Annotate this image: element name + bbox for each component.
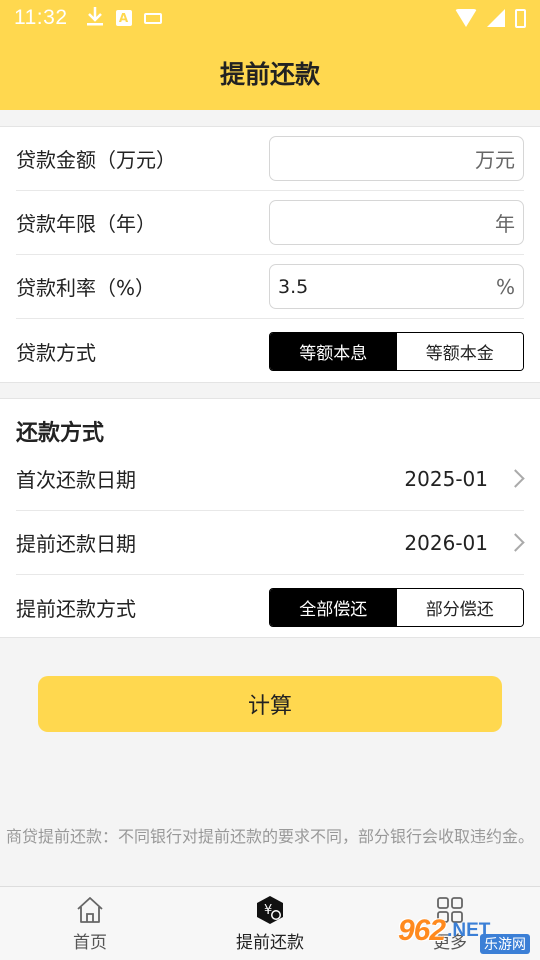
tab-home-label: 首页 <box>73 933 107 953</box>
prepay-date-label: 提前还款日期 <box>16 532 136 556</box>
prepay-date-row[interactable]: 提前还款日期 2026-01 <box>16 511 525 575</box>
loan-rate-row: 贷款利率（%） 3.5 % <box>16 255 524 319</box>
first-repay-date-row[interactable]: 首次还款日期 2025-01 <box>16 447 525 511</box>
status-time: 11:32 <box>14 6 68 29</box>
loan-rate-value: 3.5 <box>278 275 309 298</box>
loan-method-label: 贷款方式 <box>16 340 96 365</box>
loan-method-row: 贷款方式 等额本息 等额本金 <box>16 319 524 383</box>
repayment-card: 还款方式 首次还款日期 2025-01 提前还款日期 2026-01 提前还款方… <box>0 398 540 638</box>
loan-years-label: 贷款年限（年） <box>16 212 156 236</box>
loan-years-input[interactable]: 年 <box>269 200 524 245</box>
prepay-date-value: 2026-01 <box>404 530 488 555</box>
loan-rate-unit: % <box>495 274 515 299</box>
prepay-method-row: 提前还款方式 全部偿还 部分偿还 <box>16 575 524 639</box>
loan-form-card: 贷款金额（万元） 万元 贷款年限（年） 年 贷款利率（%） 3.5 % 贷款方式… <box>0 126 540 383</box>
watermark-logo: 962 <box>398 914 446 947</box>
loan-amount-unit: 万元 <box>475 148 515 172</box>
chevron-right-icon <box>506 533 525 552</box>
wifi-icon <box>455 9 477 27</box>
first-repay-date-value: 2025-01 <box>404 466 488 491</box>
prepayment-note: 商贷提前还款：不同银行对提前还款的要求不同，部分银行会收取违约金。 <box>6 827 535 846</box>
loan-rate-label: 贷款利率（%） <box>16 276 156 300</box>
loan-years-row: 贷款年限（年） 年 <box>16 191 524 255</box>
home-icon <box>75 895 105 925</box>
prepay-method-option-partial[interactable]: 部分偿还 <box>396 588 523 626</box>
watermark-sub: 乐游网 <box>480 934 530 954</box>
keyboard-icon <box>143 12 162 24</box>
loan-rate-input[interactable]: 3.5 % <box>269 264 524 309</box>
repayment-section-title: 还款方式 <box>16 421 105 446</box>
battery-icon <box>515 8 526 28</box>
a-badge-icon: A <box>115 10 132 26</box>
tab-home[interactable]: 首页 <box>0 887 180 960</box>
loan-amount-label: 贷款金额（万元） <box>16 148 176 172</box>
loan-amount-row: 贷款金额（万元） 万元 <box>16 127 524 191</box>
signal-icon <box>487 9 505 27</box>
loan-method-option-equal-principal[interactable]: 等额本金 <box>396 332 523 370</box>
prepay-method-label: 提前还款方式 <box>16 596 136 621</box>
status-bar: 11:32 A <box>0 0 540 36</box>
svg-text:¥: ¥ <box>264 903 272 918</box>
tab-prepayment[interactable]: ¥ 提前还款 <box>180 887 360 960</box>
status-right-icons <box>455 8 526 28</box>
yuan-repay-icon: ¥ <box>255 895 285 925</box>
tab-prepayment-label: 提前还款 <box>236 933 304 953</box>
site-watermark: 962 .NET 乐游网 <box>398 906 536 956</box>
chevron-right-icon <box>506 469 525 488</box>
calculate-button[interactable]: 计算 <box>38 676 502 732</box>
page-title: 提前还款 <box>219 60 320 89</box>
prepay-method-option-full[interactable]: 全部偿还 <box>270 588 397 626</box>
status-left-icons: A <box>86 6 162 30</box>
title-bar: 提前还款 <box>0 36 540 110</box>
loan-method-option-equal-installment[interactable]: 等额本息 <box>270 332 397 370</box>
prepay-method-segmented-control: 全部偿还 部分偿还 <box>269 587 524 627</box>
download-icon <box>86 6 104 30</box>
loan-amount-input[interactable]: 万元 <box>269 136 524 181</box>
first-repay-date-label: 首次还款日期 <box>16 468 136 492</box>
loan-years-unit: 年 <box>495 212 515 236</box>
loan-method-segmented-control: 等额本息 等额本金 <box>269 331 524 371</box>
